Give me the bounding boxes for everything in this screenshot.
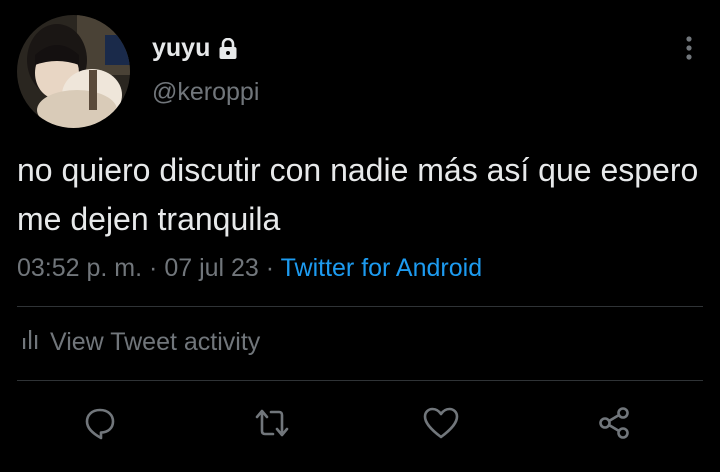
tweet-meta: 03:52 p. m. · 07 jul 23 · Twitter for An… (17, 254, 482, 283)
tweet-time[interactable]: 03:52 p. m. (17, 254, 142, 282)
retweet-icon (255, 409, 289, 437)
divider (17, 306, 703, 307)
user-handle[interactable]: @keroppi (152, 78, 259, 107)
like-button[interactable] (421, 403, 461, 443)
display-name-row[interactable]: yuyu (152, 34, 238, 63)
view-activity-label: View Tweet activity (50, 328, 261, 356)
retweet-button[interactable] (252, 403, 292, 443)
view-activity-button[interactable]: View Tweet activity (22, 328, 260, 357)
display-name[interactable]: yuyu (152, 34, 210, 63)
meta-separator: · (149, 254, 158, 282)
heart-icon (423, 407, 459, 439)
tweet-text: no quiero discutir con nadie más así que… (17, 152, 699, 237)
avatar[interactable] (17, 15, 130, 128)
tweet-date[interactable]: 07 jul 23 (164, 254, 259, 282)
share-icon (599, 407, 629, 439)
lock-icon (218, 37, 238, 60)
reply-button[interactable] (80, 403, 120, 443)
meta-separator: · (265, 254, 275, 282)
tweet-source-link[interactable]: Twitter for Android (281, 254, 482, 282)
avatar-image (17, 15, 130, 128)
share-button[interactable] (594, 403, 634, 443)
analytics-icon (22, 328, 40, 357)
more-options-icon[interactable] (676, 34, 702, 64)
reply-icon (85, 408, 115, 440)
divider (17, 380, 703, 381)
